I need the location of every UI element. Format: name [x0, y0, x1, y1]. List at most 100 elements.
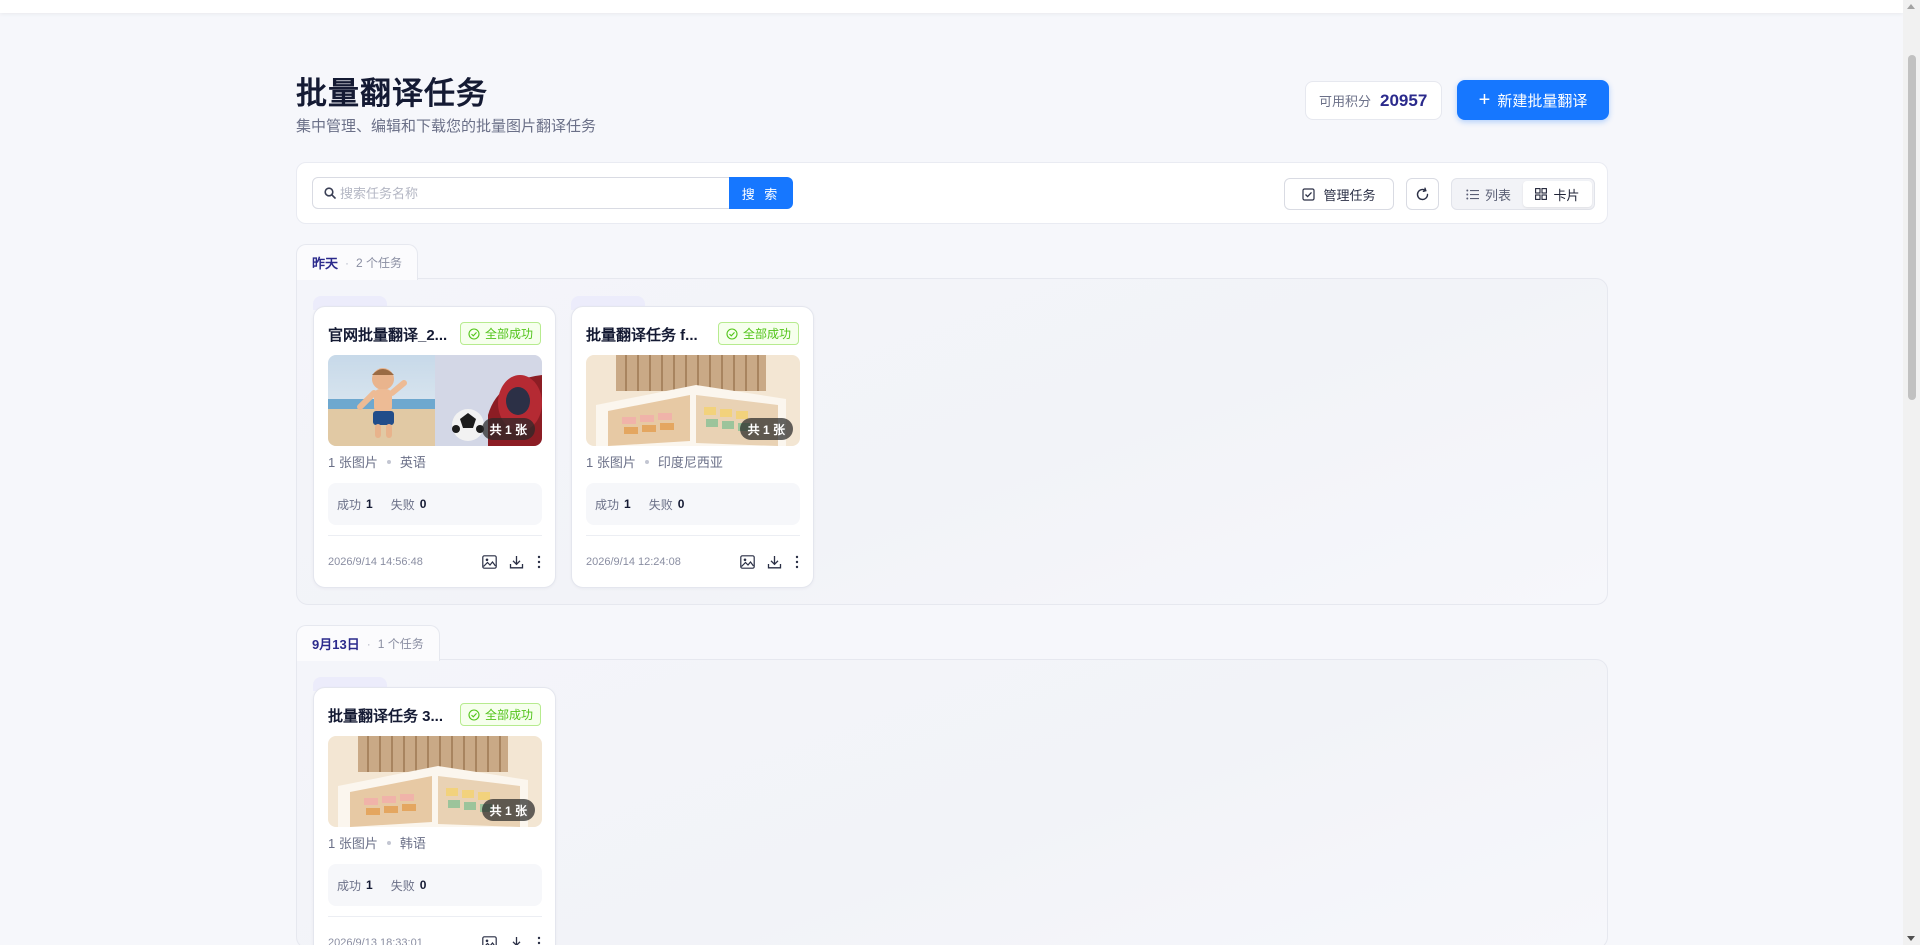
- toolbar: 搜 索 管理任务 列表 卡片: [296, 162, 1608, 224]
- target-language: 英语: [399, 455, 426, 470]
- list-icon: [1466, 189, 1479, 199]
- view-list-option[interactable]: 列表: [1454, 181, 1523, 207]
- image-count-chip: 共 1 张: [481, 799, 535, 821]
- task-thumbnail[interactable]: 共 1 张: [586, 355, 800, 446]
- status-badge: 全部成功: [717, 322, 799, 345]
- check-circle-icon: [468, 327, 480, 340]
- date-group-panel: 批量翻译任务 3... 全部成功 共 1 张 1 张图片 韩语 成功 1 失败 …: [296, 659, 1608, 945]
- search-button[interactable]: 搜 索: [729, 177, 793, 209]
- task-thumbnail[interactable]: 共 1 张: [328, 736, 542, 827]
- more-icon[interactable]: [536, 936, 542, 945]
- fail-count: 0: [419, 878, 427, 892]
- task-footer: 2026/9/14 14:56:48: [328, 552, 542, 572]
- view-card-label: 卡片: [1553, 187, 1580, 203]
- success-count: 1: [366, 497, 373, 511]
- separator-dot: [386, 840, 391, 845]
- status-text: 全部成功: [742, 327, 791, 341]
- image-count-chip: 共 1 张: [739, 418, 793, 440]
- fail-count: 0: [419, 497, 427, 511]
- task-actions: [740, 555, 800, 569]
- task-card[interactable]: 批量翻译任务 f... 全部成功 共 1 张 1 张图片 印度尼西亚 成功 1 …: [571, 306, 814, 588]
- image-count-chip: 共 1 张: [481, 418, 535, 440]
- task-stats: 成功 1 失败 0: [328, 483, 542, 525]
- search-input[interactable]: [340, 185, 720, 201]
- success-count: 1: [624, 497, 631, 511]
- image-icon[interactable]: [482, 936, 497, 945]
- divider: [328, 916, 542, 917]
- scroll-down-arrow[interactable]: [1907, 936, 1915, 941]
- download-icon[interactable]: [767, 555, 782, 569]
- download-icon[interactable]: [509, 555, 524, 569]
- success-label: 成功: [337, 497, 362, 512]
- image-icon[interactable]: [482, 555, 497, 569]
- fail-label: 失败: [648, 497, 673, 512]
- separator-dot: [386, 459, 391, 464]
- date-group-count: 2 个任务: [356, 256, 403, 270]
- check-circle-icon: [468, 708, 480, 721]
- refresh-icon: [1416, 187, 1429, 200]
- image-count-label: 1 张图片: [328, 836, 378, 851]
- task-title: 官网批量翻译_2...: [328, 327, 448, 344]
- task-title: 批量翻译任务 f...: [586, 327, 698, 344]
- date-group-count: 1 个任务: [377, 637, 424, 651]
- status-text: 全部成功: [484, 327, 533, 341]
- grid-icon: [1535, 188, 1548, 200]
- checkbox-icon: [1302, 187, 1316, 201]
- more-icon[interactable]: [536, 555, 542, 569]
- fail-label: 失败: [390, 497, 415, 512]
- scrollbar-thumb[interactable]: [1908, 55, 1916, 400]
- task-timestamp: 2026/9/14 12:24:08: [586, 556, 681, 568]
- separator-dot: [644, 459, 649, 464]
- task-actions: [482, 555, 542, 569]
- scroll-up-arrow[interactable]: [1907, 4, 1915, 9]
- separator-dot: ·: [345, 255, 350, 270]
- task-thumbnail[interactable]: 共 1 张: [328, 355, 542, 446]
- image-count-label: 1 张图片: [586, 455, 636, 470]
- success-count: 1: [366, 878, 373, 892]
- credits-value: 20957: [1380, 90, 1428, 110]
- divider: [328, 535, 542, 536]
- task-stats: 成功 1 失败 0: [586, 483, 800, 525]
- task-stats: 成功 1 失败 0: [328, 864, 542, 906]
- divider: [586, 535, 800, 536]
- task-timestamp: 2026/9/13 18:33:01: [328, 937, 423, 945]
- page-scrollbar[interactable]: [1903, 0, 1920, 945]
- view-list-label: 列表: [1484, 187, 1511, 203]
- fail-label: 失败: [390, 878, 415, 893]
- status-badge: 全部成功: [459, 703, 541, 726]
- task-timestamp: 2026/9/14 14:56:48: [328, 556, 423, 568]
- view-card-option[interactable]: 卡片: [1523, 181, 1592, 207]
- task-actions: [482, 936, 542, 945]
- date-group-panel: 官网批量翻译_2... 全部成功 共 1 张 1 张图片 英语 成功 1 失败 …: [296, 278, 1608, 605]
- search-icon: [324, 187, 336, 199]
- image-icon[interactable]: [740, 555, 755, 569]
- status-badge: 全部成功: [459, 322, 541, 345]
- success-label: 成功: [595, 497, 620, 512]
- fail-count: 0: [677, 497, 685, 511]
- date-group-title: 昨天: [312, 256, 339, 271]
- view-mode-toggle: 列表 卡片: [1451, 178, 1595, 210]
- task-meta: 1 张图片 英语: [328, 452, 426, 471]
- top-header-bar: [0, 0, 1903, 13]
- task-card[interactable]: 官网批量翻译_2... 全部成功 共 1 张 1 张图片 英语 成功 1 失败 …: [313, 306, 556, 588]
- more-icon[interactable]: [794, 555, 800, 569]
- manage-tasks-label: 管理任务: [1323, 187, 1376, 203]
- success-label: 成功: [337, 878, 362, 893]
- credits-display: 可用积分 20957: [1305, 81, 1442, 120]
- task-footer: 2026/9/13 18:33:01: [328, 933, 542, 945]
- new-batch-translate-button[interactable]: + 新建批量翻译: [1457, 80, 1609, 120]
- date-group-title: 9月13日: [312, 637, 360, 652]
- image-count-label: 1 张图片: [328, 455, 378, 470]
- separator-dot: ·: [366, 636, 371, 651]
- task-card[interactable]: 批量翻译任务 3... 全部成功 共 1 张 1 张图片 韩语 成功 1 失败 …: [313, 687, 556, 945]
- download-icon[interactable]: [509, 936, 524, 945]
- refresh-button[interactable]: [1406, 178, 1439, 210]
- credits-label: 可用积分: [1319, 94, 1372, 109]
- manage-tasks-button[interactable]: 管理任务: [1284, 178, 1394, 210]
- target-language: 印度尼西亚: [657, 455, 723, 470]
- target-language: 韩语: [399, 836, 426, 851]
- task-footer: 2026/9/14 12:24:08: [586, 552, 800, 572]
- page-subtitle: 集中管理、编辑和下载您的批量图片翻译任务: [296, 118, 597, 135]
- task-title: 批量翻译任务 3...: [328, 708, 444, 725]
- date-group-tab: 9月13日 · 1 个任务: [296, 625, 440, 661]
